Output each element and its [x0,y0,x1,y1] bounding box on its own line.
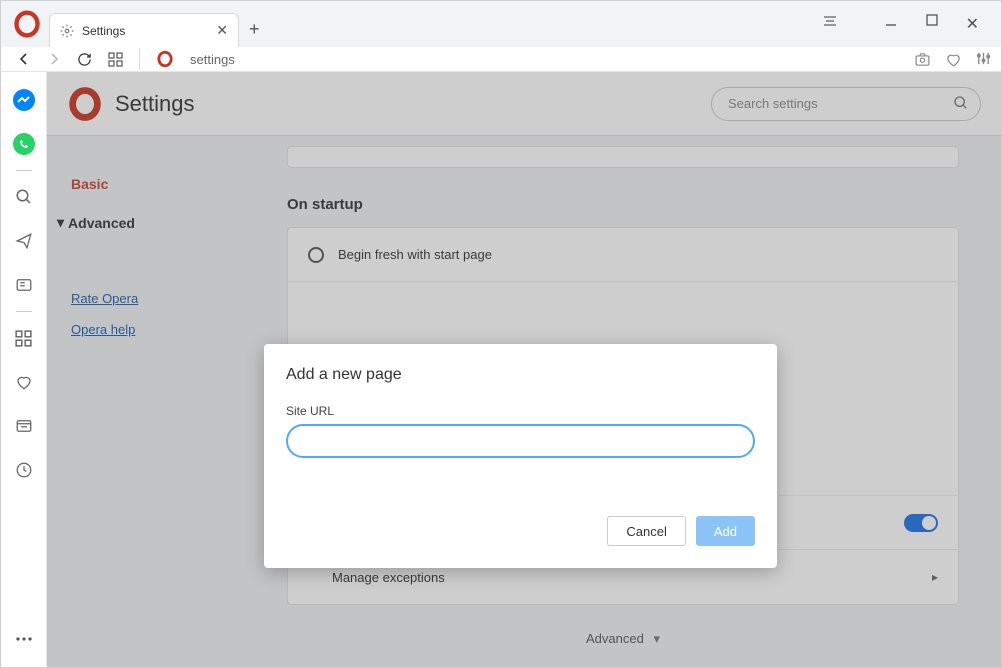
add-button[interactable]: Add [696,516,755,546]
modal-label: Site URL [286,404,755,418]
rail-divider [16,311,32,312]
close-icon[interactable]: ✕ [216,22,228,39]
body-area: Settings Basic ▾ Advanced Rate Opera Ope… [1,72,1001,667]
window-controls: ✕ [822,14,1001,34]
reload-button[interactable] [77,52,92,67]
modal-title: Add a new page [286,366,755,384]
search-rail-icon[interactable] [12,185,36,209]
easy-setup-icon[interactable] [976,51,991,68]
tab-title: Settings [82,24,208,38]
minimize-button[interactable] [884,14,898,34]
address-bar-text[interactable]: settings [190,52,235,67]
snapshot-icon[interactable] [914,51,931,68]
browser-tab[interactable]: Settings ✕ [49,13,239,47]
forward-button[interactable] [47,52,61,67]
send-rail-icon[interactable] [12,229,36,253]
personal-news-rail-icon[interactable] [12,414,36,438]
opera-icon [156,50,174,68]
maximize-button[interactable] [926,14,938,34]
cancel-button[interactable]: Cancel [607,516,685,546]
gear-icon [60,24,74,38]
toolbar-right [914,51,991,68]
speed-dial-rail-icon[interactable] [12,326,36,350]
whatsapp-icon[interactable] [12,132,36,156]
site-url-input[interactable] [286,424,755,458]
messenger-icon[interactable] [12,88,36,112]
heart-icon[interactable] [945,51,962,68]
rail-divider [16,170,32,171]
opera-window: Settings ✕ + ✕ settings [0,0,1002,668]
toolbar: settings [1,47,1001,72]
history-rail-icon[interactable] [12,458,36,482]
menu-icon[interactable] [822,14,838,34]
new-tab-button[interactable]: + [249,19,260,40]
bookmarks-rail-icon[interactable] [12,370,36,394]
add-page-modal: Add a new page Site URL Cancel Add [264,344,777,568]
speed-dial-icon[interactable] [108,52,123,67]
nav-buttons [17,52,123,67]
more-rail-icon[interactable] [12,627,36,651]
news-rail-icon[interactable] [12,273,36,297]
toolbar-separator [139,48,140,70]
left-rail [1,72,47,667]
back-button[interactable] [17,52,31,67]
modal-buttons: Cancel Add [286,516,755,546]
close-window-button[interactable]: ✕ [966,14,979,34]
titlebar: Settings ✕ + ✕ [1,1,1001,47]
opera-logo [13,10,41,38]
